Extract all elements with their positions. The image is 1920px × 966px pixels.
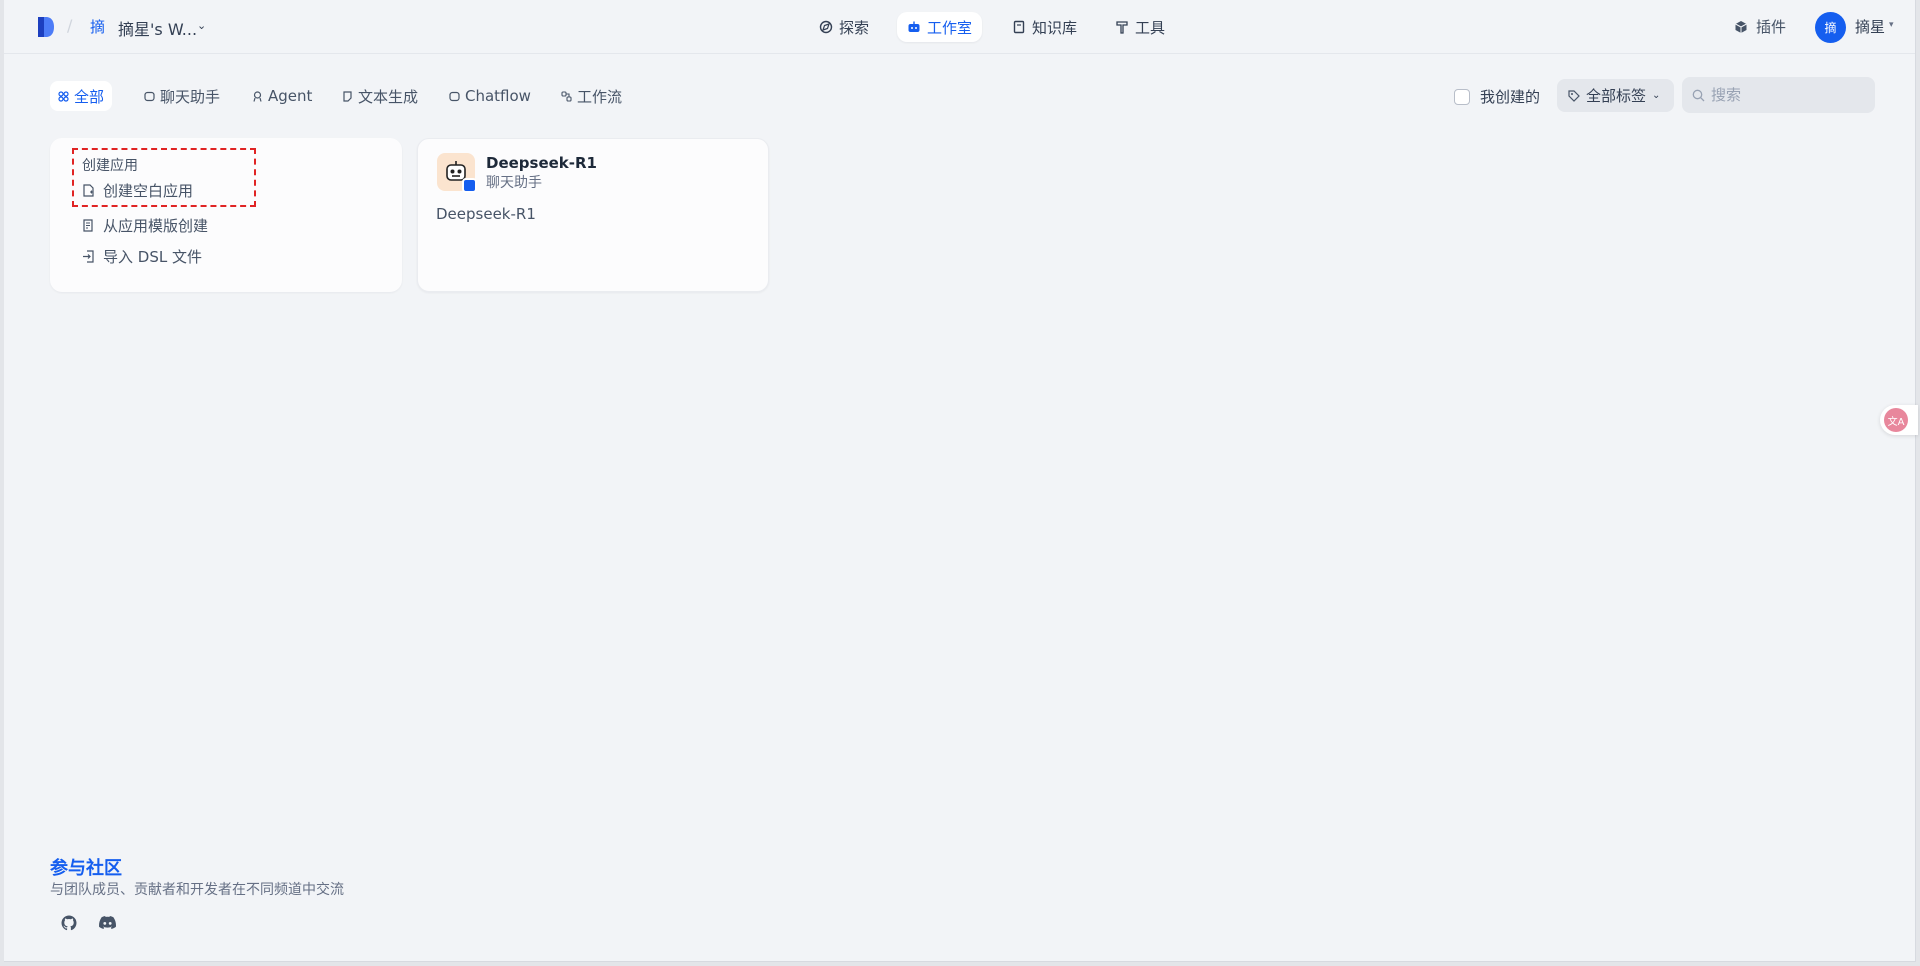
import-icon (83, 250, 94, 263)
app-description: Deepseek-R1 (436, 205, 536, 223)
search-icon (1692, 89, 1705, 101)
tab-chatbot[interactable]: 聊天助手 (136, 81, 228, 111)
tab-chatflow-label: Chatflow (465, 87, 531, 105)
tab-workflow-label: 工作流 (577, 87, 623, 106)
top-header: / 摘 摘星's W... ⌄ 探索 工作室 知识库 工具 插件 摘 摘星 ▾ (4, 0, 1915, 54)
create-app-title: 创建应用 (82, 158, 138, 174)
plugins-label: 插件 (1756, 18, 1787, 36)
plugins-button[interactable]: 插件 (1734, 16, 1786, 37)
document-icon (343, 90, 352, 102)
chatbot-badge-icon (462, 178, 477, 193)
tab-completion[interactable]: 文本生成 (334, 81, 426, 111)
created-by-me-checkbox[interactable] (1454, 88, 1470, 105)
agent-icon (253, 90, 262, 102)
breadcrumb-divider: / (67, 16, 73, 35)
tag-icon (1568, 89, 1580, 102)
workspace-switcher[interactable]: 摘星's W... (118, 16, 197, 40)
community-subtitle: 与团队成员、贡献者和开发者在不同频道中交流 (50, 882, 344, 898)
tab-agent-label: Agent (268, 87, 313, 105)
workflow-icon (561, 90, 572, 102)
nav-tools-label: 工具 (1135, 18, 1166, 37)
search-box[interactable] (1682, 77, 1875, 113)
compass-icon (819, 20, 833, 34)
create-blank-app-label: 创建空白应用 (103, 182, 194, 200)
chevron-down-icon: ⌄ (1652, 90, 1661, 101)
template-icon (83, 219, 93, 232)
import-dsl-label: 导入 DSL 文件 (103, 248, 202, 266)
dify-logo[interactable] (36, 16, 56, 38)
tags-filter-label: 全部标签 (1586, 87, 1647, 105)
create-blank-app-button[interactable]: 创建空白应用 (82, 180, 193, 201)
nav-explore-label: 探索 (839, 18, 870, 37)
translate-icon: 文A (1884, 408, 1908, 432)
nav-studio-label: 工作室 (927, 18, 973, 37)
chat-bubble-icon (144, 91, 155, 101)
tags-filter-dropdown[interactable]: 全部标签 ⌄ (1557, 79, 1674, 112)
community-title: 参与社区 (50, 858, 122, 879)
robot-icon (908, 21, 920, 32)
tab-all-label: 全部 (74, 87, 105, 106)
tab-chatbot-label: 聊天助手 (160, 87, 221, 106)
user-name[interactable]: 摘星 (1855, 16, 1885, 37)
github-icon[interactable] (59, 913, 79, 933)
nav-explore[interactable]: 探索 (809, 12, 879, 42)
grid-icon (58, 90, 69, 102)
user-avatar[interactable]: 摘 (1815, 12, 1846, 43)
nav-knowledge[interactable]: 知识库 (1002, 12, 1087, 42)
create-from-template-button[interactable]: 从应用模版创建 (82, 215, 208, 236)
translate-float-button[interactable]: 文A (1880, 405, 1918, 435)
nav-studio[interactable]: 工作室 (897, 12, 983, 42)
discord-icon[interactable] (97, 913, 117, 933)
tab-agent[interactable]: Agent (244, 81, 320, 111)
chat-bubble-icon (449, 91, 460, 101)
app-name: Deepseek-R1 (486, 154, 597, 172)
tab-workflow[interactable]: 工作流 (553, 81, 630, 111)
book-icon (1013, 20, 1025, 34)
search-input[interactable] (1711, 86, 1861, 104)
tab-chatflow[interactable]: Chatflow (441, 81, 539, 111)
app-window: / 摘 摘星's W... ⌄ 探索 工作室 知识库 工具 插件 摘 摘星 ▾ (4, 0, 1916, 962)
tab-completion-label: 文本生成 (358, 87, 419, 106)
created-by-me-filter[interactable]: 我创建的 (1454, 86, 1540, 107)
import-dsl-button[interactable]: 导入 DSL 文件 (82, 246, 202, 267)
app-type: 聊天助手 (486, 175, 542, 191)
hammer-icon (1116, 21, 1128, 34)
chevron-down-icon[interactable]: ⌄ (197, 19, 206, 32)
nav-tools[interactable]: 工具 (1105, 12, 1175, 42)
file-plus-icon (83, 184, 94, 197)
workspace-avatar: 摘 (90, 18, 106, 36)
tab-all[interactable]: 全部 (50, 81, 113, 111)
create-from-template-label: 从应用模版创建 (103, 217, 209, 235)
created-by-me-label: 我创建的 (1480, 88, 1541, 106)
cube-icon (1735, 20, 1747, 33)
nav-knowledge-label: 知识库 (1032, 18, 1078, 37)
chevron-down-icon[interactable]: ▾ (1889, 20, 1894, 30)
